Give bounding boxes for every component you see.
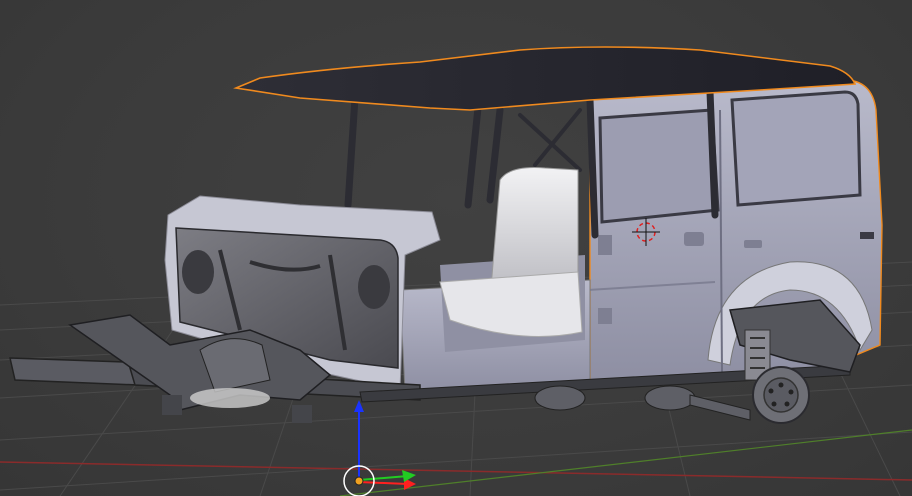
y-axis-arrow[interactable] bbox=[358, 475, 409, 481]
door-handle-rear bbox=[744, 240, 762, 248]
rear-side-window bbox=[730, 90, 862, 207]
firewall-dome-left bbox=[182, 250, 214, 294]
door-hinge-lower bbox=[598, 308, 612, 324]
transform-gizmo[interactable] bbox=[343, 400, 416, 496]
x-axis-line bbox=[0, 461, 912, 481]
door-hinge bbox=[598, 235, 612, 255]
viewport-canvas[interactable] bbox=[0, 0, 912, 496]
underbody-parts bbox=[534, 385, 751, 421]
y-arrow-head-icon[interactable] bbox=[402, 470, 416, 482]
x-axis-arrow[interactable] bbox=[358, 481, 409, 485]
side-marker bbox=[860, 232, 874, 239]
jeep-model[interactable] bbox=[9, 46, 883, 424]
pivot-point-icon[interactable] bbox=[354, 476, 364, 486]
door-handle bbox=[684, 232, 704, 246]
rear-wheel-hub bbox=[752, 366, 810, 424]
rear-door-window bbox=[598, 108, 720, 224]
3d-viewport[interactable] bbox=[0, 0, 912, 496]
firewall-dome-right bbox=[358, 265, 390, 309]
